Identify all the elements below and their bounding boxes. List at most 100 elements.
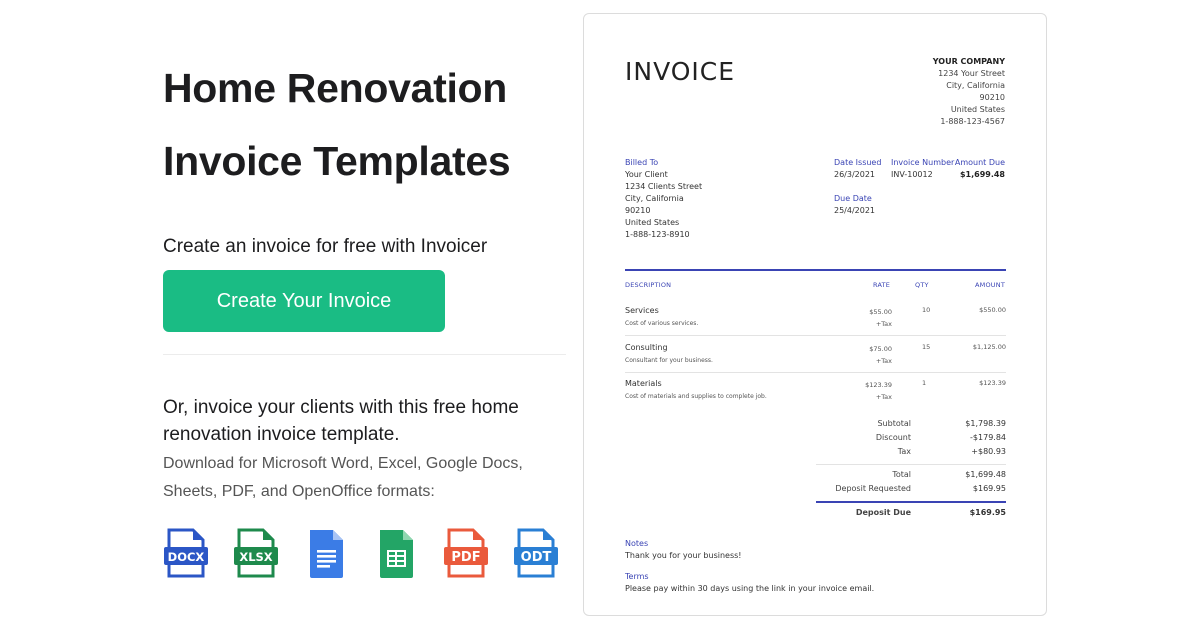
item-description: Cost of various services. bbox=[625, 320, 699, 327]
billed-to-block: Billed To Your Client 1234 Clients Stree… bbox=[625, 157, 702, 241]
download-formats-text: Download for Microsoft Word, Excel, Goog… bbox=[163, 455, 523, 500]
notes-label: Notes bbox=[625, 539, 649, 548]
download-pdf-button[interactable]: PDF bbox=[443, 528, 489, 580]
item-rate-value: $75.00 bbox=[869, 345, 892, 353]
company-phone: 1-888-123-4567 bbox=[940, 117, 1005, 126]
download-format-list: DOCX XLSX PDF ODT bbox=[163, 528, 583, 580]
date-issued-block: Date Issued 26/3/2021 bbox=[834, 157, 881, 181]
item-description: Consultant for your business. bbox=[625, 357, 713, 364]
amount-due-label: Amount Due bbox=[954, 158, 1005, 167]
terms-block: Terms Please pay within 30 days using th… bbox=[625, 571, 874, 595]
download-xlsx-button[interactable]: XLSX bbox=[233, 528, 279, 580]
deposit-requested-value: $169.95 bbox=[972, 484, 1006, 493]
pdf-label: PDF bbox=[451, 550, 480, 565]
item-description: Cost of materials and supplies to comple… bbox=[625, 393, 767, 400]
deposit-due-label: Deposit Due bbox=[855, 508, 911, 517]
xlsx-label: XLSX bbox=[239, 550, 272, 564]
docx-file-icon: DOCX bbox=[164, 528, 208, 578]
col-amount: AMOUNT bbox=[975, 281, 1005, 289]
download-google-sheets-button[interactable] bbox=[373, 528, 419, 580]
notes-value: Thank you for your business! bbox=[625, 551, 742, 560]
invoice-title: INVOICE bbox=[625, 57, 736, 86]
tax-label: Tax bbox=[897, 447, 911, 456]
deposit-due-row: Deposit Due $169.95 bbox=[816, 508, 1006, 520]
table-top-rule bbox=[625, 269, 1006, 271]
deposit-due-value: $169.95 bbox=[969, 508, 1006, 517]
item-tax: +Tax bbox=[875, 320, 892, 328]
client-city: City, California bbox=[625, 194, 684, 203]
notes-block: Notes Thank you for your business! bbox=[625, 538, 742, 562]
subtotal-value: $1,798.39 bbox=[965, 419, 1006, 428]
page-title-line-1: Home Renovation bbox=[163, 65, 508, 111]
template-lead-text: Or, invoice your clients with this free … bbox=[163, 397, 519, 445]
item-rate-value: $123.39 bbox=[865, 381, 892, 389]
client-country: United States bbox=[625, 218, 680, 227]
company-address: YOUR COMPANY 1234 Your Street City, Cali… bbox=[933, 56, 1005, 128]
invoice-number-value: INV-10012 bbox=[891, 170, 933, 179]
col-qty: QTY bbox=[915, 281, 929, 289]
item-qty: 1 bbox=[922, 379, 927, 387]
company-city: City, California bbox=[946, 81, 1005, 90]
page-title-line-2: Invoice Templates bbox=[163, 138, 511, 184]
tax-value: +$80.93 bbox=[971, 447, 1006, 456]
deposit-requested-label: Deposit Requested bbox=[835, 484, 911, 493]
item-rate: $75.00 +Tax bbox=[869, 343, 892, 367]
total-value: $1,699.48 bbox=[965, 470, 1006, 479]
page-title: Home Renovation Invoice Templates bbox=[163, 52, 583, 198]
company-zip: 90210 bbox=[979, 93, 1005, 102]
item-rate: $123.39 +Tax bbox=[865, 379, 892, 403]
discount-value: -$179.84 bbox=[970, 433, 1006, 442]
row-divider bbox=[625, 335, 1006, 336]
invoice-number-label: Invoice Number bbox=[891, 158, 955, 167]
google-sheets-icon bbox=[380, 530, 413, 578]
client-zip: 90210 bbox=[625, 206, 651, 215]
company-street: 1234 Your Street bbox=[938, 69, 1005, 78]
due-date-block: Due Date 25/4/2021 bbox=[834, 193, 875, 217]
line-item-row: Consulting Consultant for your business.… bbox=[625, 343, 1006, 373]
pdf-file-icon: PDF bbox=[444, 528, 488, 578]
item-name: Services bbox=[625, 306, 659, 315]
total-row: Total $1,699.48 bbox=[816, 470, 1006, 482]
item-name: Consulting bbox=[625, 343, 668, 352]
download-odt-button[interactable]: ODT bbox=[513, 528, 559, 580]
create-invoice-button[interactable]: Create Your Invoice bbox=[163, 270, 445, 332]
due-date-value: 25/4/2021 bbox=[834, 206, 876, 215]
item-amount: $1,125.00 bbox=[972, 343, 1006, 351]
item-amount: $123.39 bbox=[979, 379, 1006, 387]
col-rate: RATE bbox=[873, 281, 891, 289]
line-item-row: Materials Cost of materials and supplies… bbox=[625, 379, 1006, 409]
item-tax: +Tax bbox=[875, 393, 892, 401]
subtotal-label: Subtotal bbox=[877, 419, 911, 428]
discount-label: Discount bbox=[875, 433, 911, 442]
due-date-label: Due Date bbox=[834, 194, 872, 203]
line-item-row: Services Cost of various services. $55.0… bbox=[625, 306, 1006, 336]
item-tax: +Tax bbox=[875, 357, 892, 365]
download-docx-button[interactable]: DOCX bbox=[163, 528, 209, 580]
invoice-number-block: Invoice Number INV-10012 bbox=[891, 157, 954, 181]
client-name: Your Client bbox=[625, 170, 668, 179]
cta-lead-text: Create an invoice for free with Invoicer bbox=[163, 236, 488, 257]
item-name: Materials bbox=[625, 379, 662, 388]
col-description: DESCRIPTION bbox=[625, 281, 672, 289]
item-qty: 10 bbox=[922, 306, 931, 314]
date-issued-label: Date Issued bbox=[834, 158, 882, 167]
amount-due-value: $1,699.48 bbox=[959, 170, 1005, 179]
amount-due-block: Amount Due $1,699.48 bbox=[955, 157, 1005, 181]
total-label: Total bbox=[892, 470, 911, 479]
tax-row: Tax +$80.93 bbox=[816, 447, 1006, 459]
deposit-rule bbox=[816, 501, 1006, 503]
discount-row: Discount -$179.84 bbox=[816, 433, 1006, 445]
google-docs-icon bbox=[310, 530, 343, 578]
totals-divider bbox=[816, 464, 1006, 465]
odt-file-icon: ODT bbox=[514, 528, 558, 578]
item-amount: $550.00 bbox=[979, 306, 1006, 314]
odt-label: ODT bbox=[521, 550, 552, 565]
invoice-preview: INVOICE YOUR COMPANY 1234 Your Street Ci… bbox=[583, 13, 1047, 616]
row-divider bbox=[625, 372, 1006, 373]
terms-value: Please pay within 30 days using the link… bbox=[625, 584, 875, 593]
docx-label: DOCX bbox=[168, 550, 205, 564]
client-street: 1234 Clients Street bbox=[625, 182, 703, 191]
download-google-docs-button[interactable] bbox=[303, 528, 349, 580]
billed-to-label: Billed To bbox=[625, 158, 659, 167]
deposit-requested-row: Deposit Requested $169.95 bbox=[816, 484, 1006, 496]
